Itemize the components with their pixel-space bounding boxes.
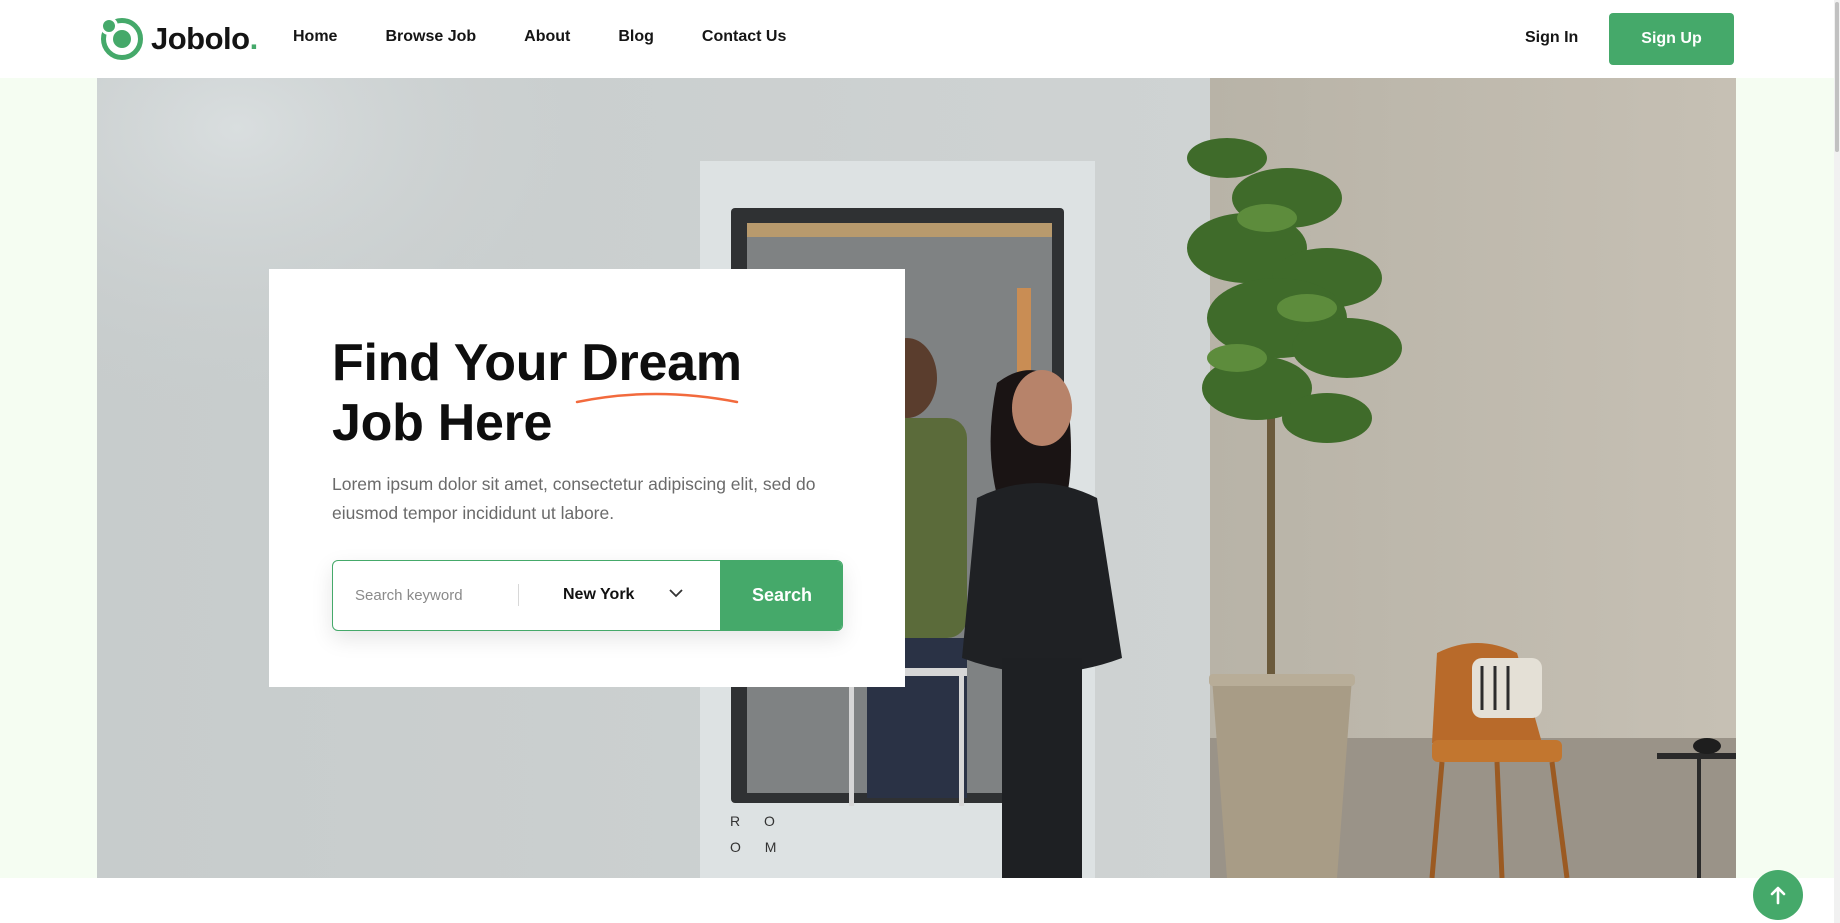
brand-logo[interactable]: Jobolo. (100, 17, 258, 60)
headline-highlight: Dream (581, 334, 742, 392)
hero-description: Lorem ipsum dolor sit amet, consectetur … (332, 474, 816, 523)
brand-name: Jobolo. (151, 21, 258, 56)
page-scrollbar-thumb[interactable] (1835, 2, 1839, 152)
search-button[interactable]: Search (720, 561, 842, 630)
nav-home[interactable]: Home (293, 28, 337, 46)
main-nav: Home Browse Job About Blog Contact Us (293, 28, 834, 46)
nav-about[interactable]: About (524, 28, 570, 46)
chevron-down-icon[interactable] (668, 586, 684, 604)
search-divider (518, 584, 519, 606)
logo-ring-icon (100, 17, 143, 60)
headline-underline (575, 392, 739, 404)
headline-part-1: Find Your (332, 334, 568, 392)
location-select[interactable]: New York (563, 586, 634, 604)
nav-browse-job[interactable]: Browse Job (385, 28, 476, 46)
hero-card: Find Your Dream Job Here Lorem ipsum dol… (269, 269, 905, 687)
sign-in-link[interactable]: Sign In (1525, 29, 1578, 47)
site-header: Jobolo. Home Browse Job About Blog Conta… (0, 0, 1840, 78)
arrow-up-icon (1770, 886, 1786, 905)
headline-part-2: Job Here (332, 394, 553, 452)
nav-blog[interactable]: Blog (618, 28, 654, 46)
sign-up-button[interactable]: Sign Up (1609, 13, 1734, 65)
job-search-bar: New York Search (332, 560, 843, 631)
room-label-1: R O (730, 813, 785, 829)
room-label-2: O M (730, 839, 786, 855)
nav-contact-us[interactable]: Contact Us (702, 28, 786, 46)
search-keyword-input[interactable] (333, 561, 518, 630)
scroll-to-top-button[interactable] (1753, 870, 1803, 920)
